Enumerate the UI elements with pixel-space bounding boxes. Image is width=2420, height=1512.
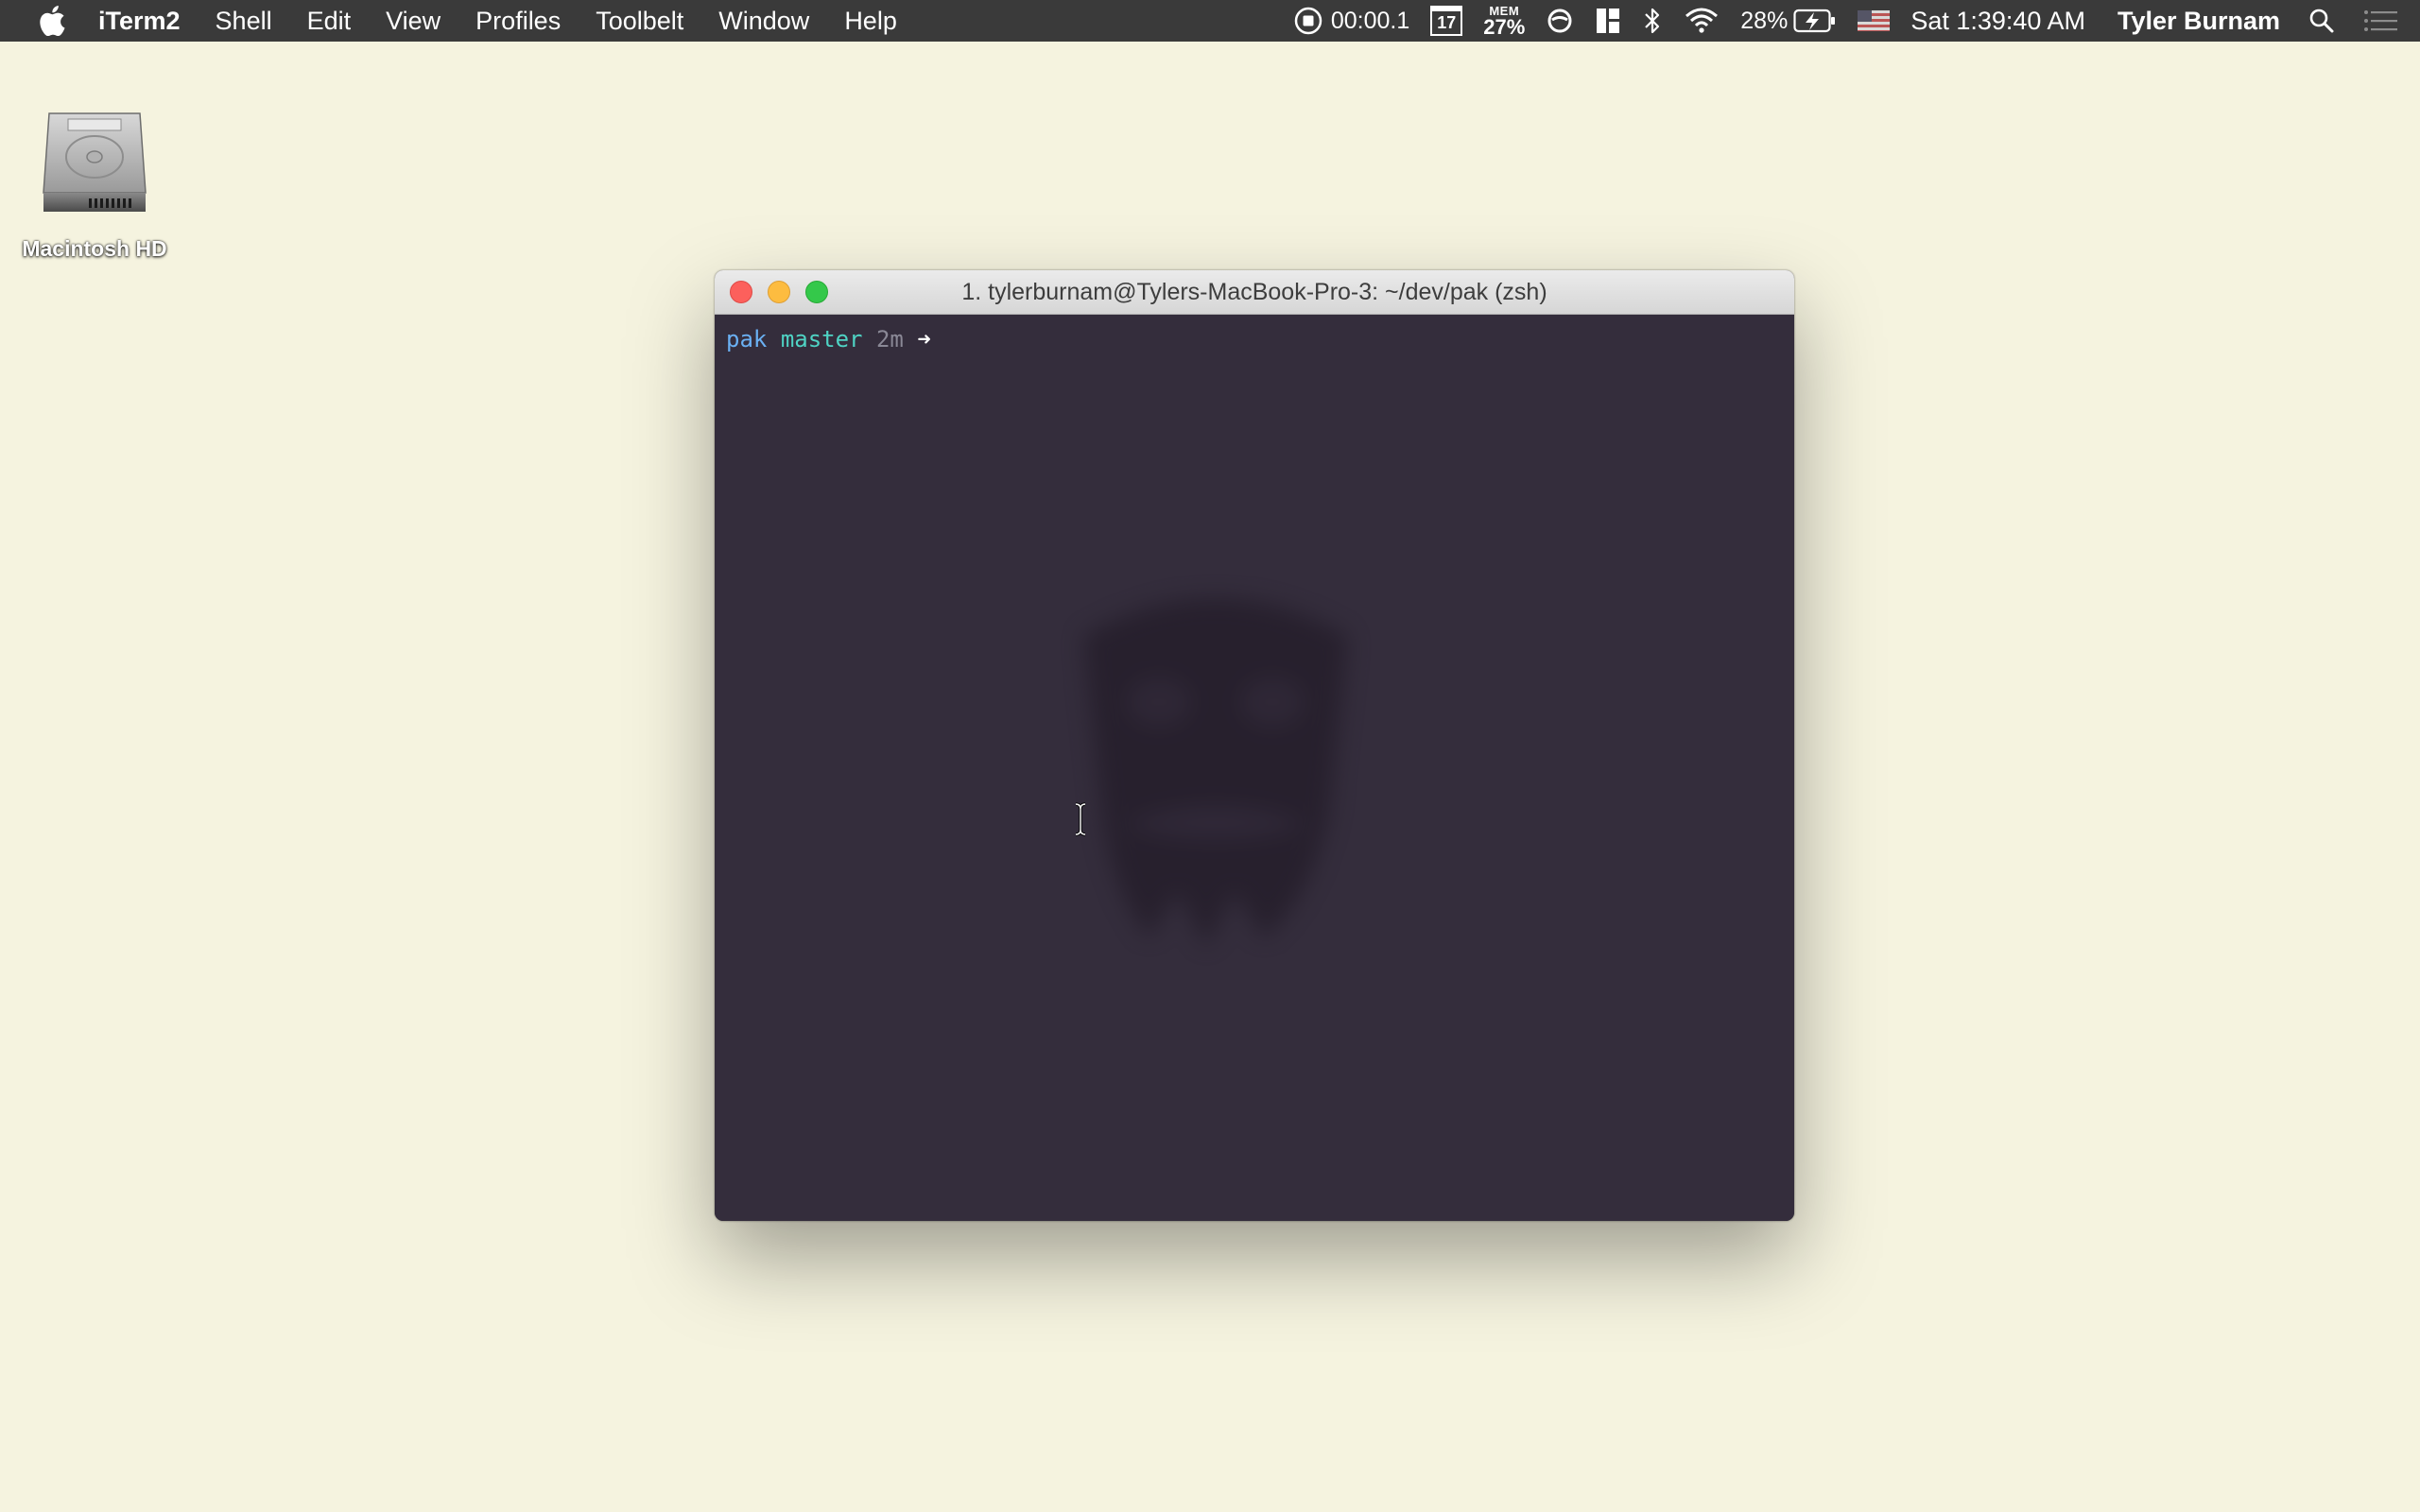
fast-user-switch[interactable]: Tyler Burnam bbox=[2118, 7, 2280, 36]
hard-drive-icon bbox=[43, 112, 147, 212]
battery-percent: 28% bbox=[1740, 7, 1789, 34]
window-layout-status[interactable] bbox=[1595, 7, 1621, 35]
prompt-arrow-icon: ➜ bbox=[917, 326, 931, 352]
us-flag-icon bbox=[1858, 10, 1891, 31]
screen-recording-status[interactable]: 00:00.1 bbox=[1293, 6, 1409, 36]
menu-shell[interactable]: Shell bbox=[216, 7, 272, 36]
window-layout-icon bbox=[1597, 9, 1620, 33]
menu-view[interactable]: View bbox=[386, 7, 441, 36]
memory-value: 27% bbox=[1483, 14, 1526, 39]
menu-bar-status: 00:00.1 17 MEM 27% 28% Sat 1:39:40 AM Ty… bbox=[1293, 0, 2420, 42]
menu-bar-clock[interactable]: Sat 1:39:40 AM bbox=[1910, 7, 2085, 36]
ibeam-cursor-icon bbox=[1075, 802, 1086, 836]
prompt-elapsed-time: 2m bbox=[875, 326, 904, 352]
menu-edit[interactable]: Edit bbox=[307, 7, 352, 36]
bluetooth-status[interactable] bbox=[1642, 6, 1663, 36]
memory-status[interactable]: MEM 27% bbox=[1483, 5, 1525, 38]
recording-timer: 00:00.1 bbox=[1330, 7, 1410, 34]
menu-toolbelt[interactable]: Toolbelt bbox=[596, 7, 683, 36]
window-titlebar[interactable]: 1. tylerburnam@Tylers-MacBook-Pro-3: ~/d… bbox=[715, 270, 1794, 315]
shell-prompt: pak master 2m ➜ bbox=[726, 324, 931, 356]
notification-list-icon bbox=[2364, 10, 2397, 31]
menu-profiles[interactable]: Profiles bbox=[475, 7, 561, 36]
prompt-directory: pak bbox=[726, 326, 768, 352]
wifi-status[interactable] bbox=[1684, 7, 1720, 35]
desktop-icon-macintosh-hd[interactable]: Macintosh HD bbox=[9, 106, 180, 262]
wifi-icon bbox=[1685, 8, 1719, 33]
close-window-button[interactable] bbox=[730, 281, 752, 303]
input-source-status[interactable] bbox=[1858, 10, 1891, 31]
menu-help[interactable]: Help bbox=[844, 7, 897, 36]
apple-logo-icon[interactable] bbox=[38, 5, 66, 37]
notification-center-status[interactable] bbox=[2363, 9, 2399, 33]
menu-bar: iTerm2 Shell Edit View Profiles Toolbelt… bbox=[0, 0, 2420, 42]
minimize-window-button[interactable] bbox=[768, 281, 790, 303]
iterm-window[interactable]: 1. tylerburnam@Tylers-MacBook-Pro-3: ~/d… bbox=[715, 270, 1794, 1221]
menu-window[interactable]: Window bbox=[718, 7, 809, 36]
zoom-window-button[interactable] bbox=[805, 281, 828, 303]
window-controls bbox=[730, 281, 843, 303]
battery-status[interactable]: 28% bbox=[1740, 8, 1837, 35]
window-title: 1. tylerburnam@Tylers-MacBook-Pro-3: ~/d… bbox=[961, 278, 1547, 305]
menu-app-name[interactable]: iTerm2 bbox=[98, 7, 181, 36]
bluetooth-icon bbox=[1645, 8, 1660, 34]
background-mascot-image bbox=[1083, 598, 1348, 948]
calendar-status[interactable]: 17 bbox=[1430, 6, 1463, 36]
circle-slash-icon bbox=[1547, 9, 1572, 33]
spotlight-status[interactable] bbox=[2308, 8, 2335, 34]
calendar-day: 17 bbox=[1437, 13, 1457, 32]
prompt-git-branch: master bbox=[780, 326, 863, 352]
calendar-icon: 17 bbox=[1430, 6, 1463, 36]
record-stop-icon bbox=[1294, 7, 1322, 35]
desktop-icon-label: Macintosh HD bbox=[22, 236, 167, 261]
battery-charging-icon bbox=[1793, 9, 1836, 33]
terminal-session[interactable]: pak master 2m ➜ bbox=[715, 315, 1794, 1221]
search-icon bbox=[2309, 9, 2334, 33]
sync-status[interactable] bbox=[1546, 7, 1574, 35]
menu-bar-left: iTerm2 Shell Edit View Profiles Toolbelt… bbox=[0, 0, 932, 42]
